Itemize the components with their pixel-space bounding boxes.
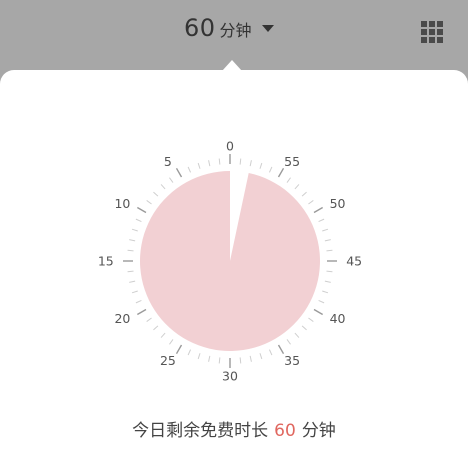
major-tick <box>313 308 324 316</box>
dial-label: 5 <box>164 154 172 169</box>
minor-tick <box>318 299 325 304</box>
minor-tick <box>294 332 300 338</box>
minor-tick <box>301 191 307 197</box>
major-tick <box>136 206 147 214</box>
major-tick <box>277 344 285 355</box>
dial-label: 40 <box>330 311 346 326</box>
major-tick <box>136 308 147 316</box>
minor-tick <box>324 239 331 242</box>
minor-tick <box>135 218 142 223</box>
minor-tick <box>127 249 134 252</box>
status-suffix: 分钟 <box>301 421 336 441</box>
remaining-time-wedge <box>140 171 321 352</box>
dial-label: 55 <box>284 154 300 169</box>
minor-tick <box>239 357 242 364</box>
dial-label: 50 <box>330 196 346 211</box>
minor-tick <box>268 166 273 173</box>
minor-tick <box>268 349 273 356</box>
minor-tick <box>286 177 291 183</box>
minor-tick <box>322 290 329 294</box>
major-tick <box>175 167 183 178</box>
minor-tick <box>208 355 211 362</box>
minor-tick <box>239 158 242 165</box>
minor-tick <box>131 228 138 232</box>
dial-label: 15 <box>98 254 114 269</box>
minor-tick <box>326 249 333 252</box>
minor-tick <box>187 349 192 356</box>
minor-tick <box>286 339 291 345</box>
minor-tick <box>208 160 211 167</box>
major-tick <box>175 344 183 355</box>
minor-tick <box>259 353 263 360</box>
minor-tick <box>197 162 201 169</box>
dial-label: 35 <box>284 353 300 368</box>
minor-tick <box>308 317 314 322</box>
minor-tick <box>135 299 142 304</box>
minor-tick <box>249 355 252 362</box>
minor-tick <box>301 325 307 331</box>
minor-tick <box>153 325 159 331</box>
dial-label: 0 <box>226 139 234 154</box>
minor-tick <box>308 200 314 205</box>
dial-label: 25 <box>160 353 176 368</box>
timer-dial[interactable]: 0 5 10 15 20 25 30 35 40 45 50 55 <box>0 0 468 449</box>
minor-tick <box>153 191 159 197</box>
minor-tick <box>127 270 134 273</box>
minor-tick <box>187 166 192 173</box>
status-number: 60 <box>274 421 296 441</box>
minor-tick <box>131 290 138 294</box>
minor-tick <box>218 357 221 364</box>
minor-tick <box>129 239 136 242</box>
minor-tick <box>218 158 221 165</box>
dial-label: 45 <box>346 254 362 269</box>
dial-label: 10 <box>114 196 130 211</box>
minor-tick <box>326 270 333 273</box>
status-prefix: 今日剩余免费时长 <box>132 421 269 441</box>
minor-tick <box>322 228 329 232</box>
minor-tick <box>259 162 263 169</box>
major-tick <box>277 167 285 178</box>
minor-tick <box>169 177 174 183</box>
minor-tick <box>160 184 166 190</box>
minor-tick <box>197 353 201 360</box>
minor-tick <box>249 160 252 167</box>
major-tick <box>313 206 324 214</box>
minor-tick <box>146 200 152 205</box>
minor-tick <box>160 332 166 338</box>
minor-tick <box>129 280 136 283</box>
minor-tick <box>318 218 325 223</box>
minor-tick <box>146 317 152 322</box>
remaining-free-time-status: 今日剩余免费时长 60 分钟 <box>0 416 468 441</box>
minor-tick <box>324 280 331 283</box>
dial-label: 20 <box>114 311 130 326</box>
minor-tick <box>169 339 174 345</box>
dial-label: 30 <box>222 369 238 384</box>
minor-tick <box>294 184 300 190</box>
